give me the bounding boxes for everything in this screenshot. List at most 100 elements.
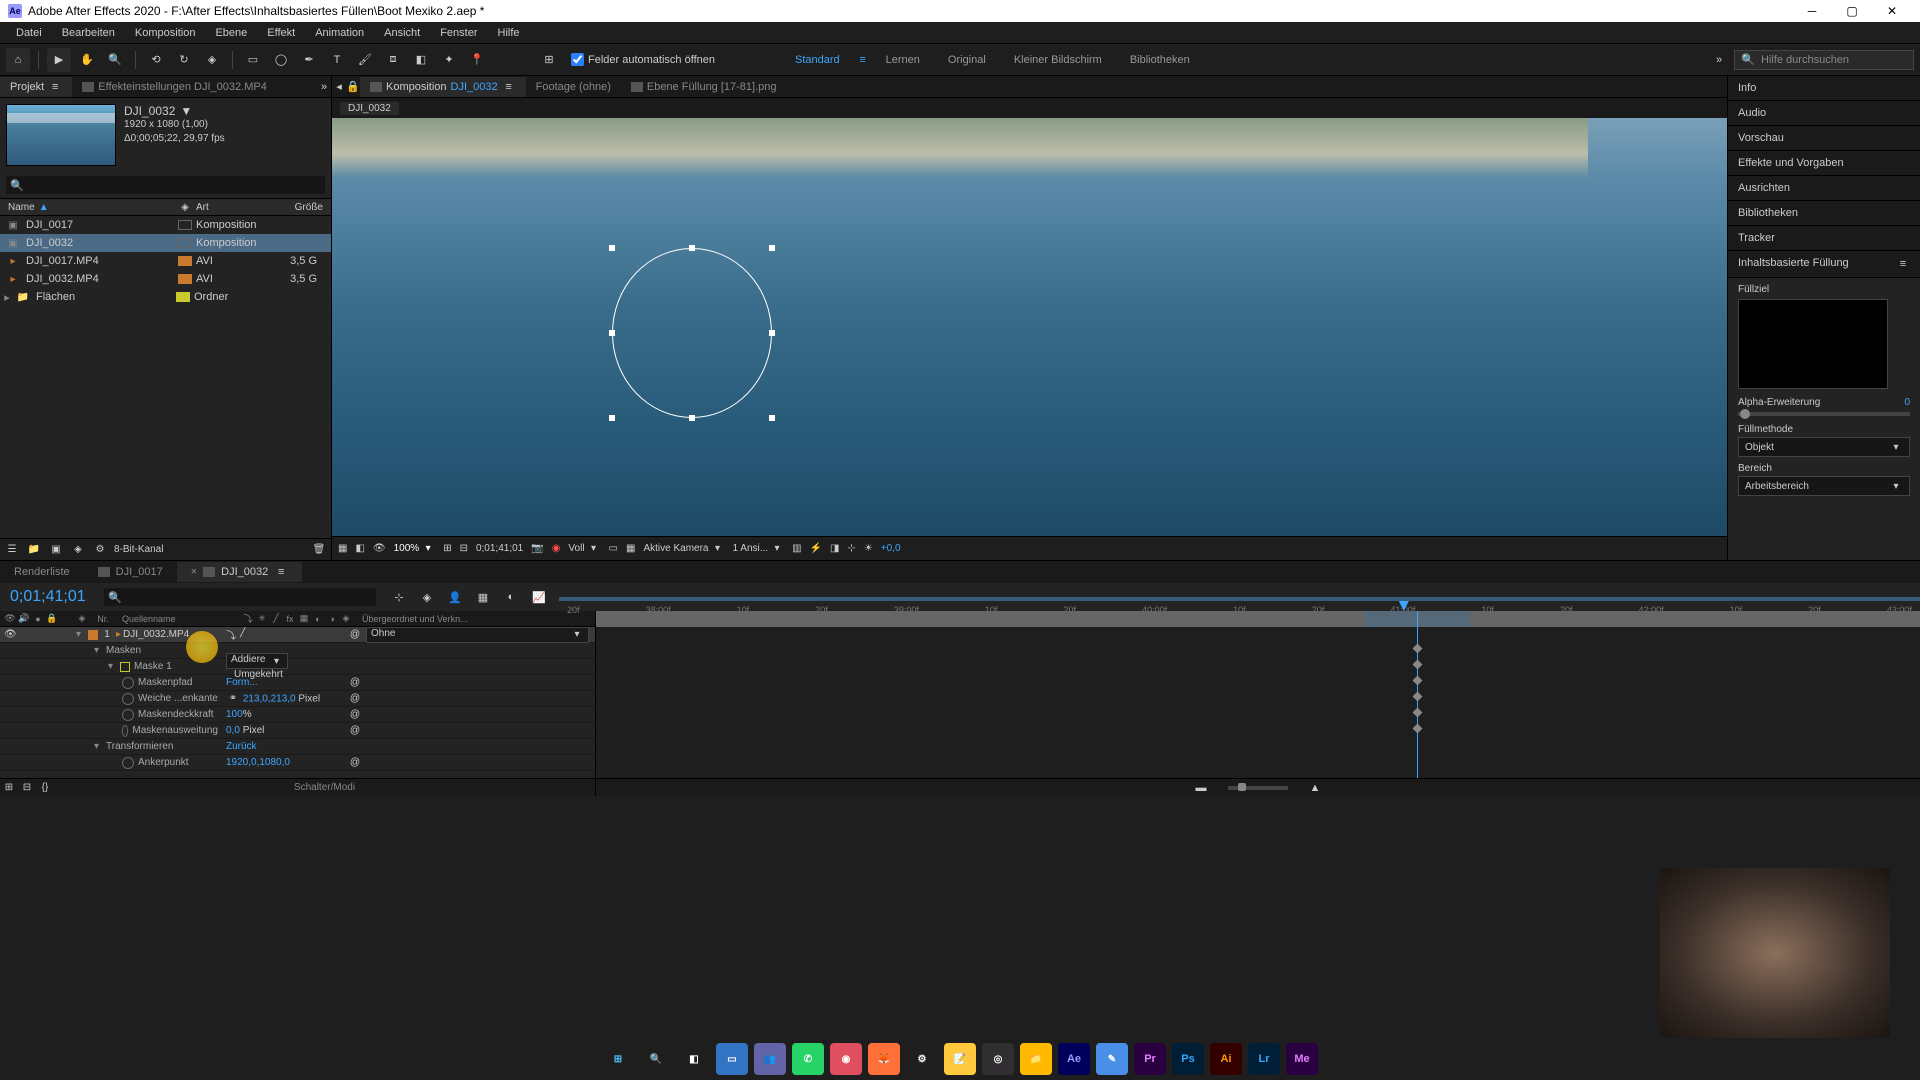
toggle-modes-button[interactable]: ⊟	[18, 779, 36, 797]
mask-color-swatch[interactable]	[120, 662, 130, 672]
menu-bearbeiten[interactable]: Bearbeiten	[52, 25, 125, 41]
layer-viewer-tab[interactable]: Ebene Füllung [17-81].png	[621, 78, 787, 96]
viewer-nav-back-icon[interactable]: ◂	[332, 80, 346, 94]
property-mask-feather[interactable]: Weiche ...enkante ⚭ 213,0,213,0 Pixel @	[0, 691, 595, 707]
photoshop-icon[interactable]: Ps	[1172, 1043, 1204, 1075]
project-item[interactable]: ▸ 📁 Flächen Ordner	[0, 288, 331, 306]
motionblur-switch-icon[interactable]: ◐	[312, 613, 324, 625]
panel-menu-icon[interactable]: ≡	[48, 80, 62, 94]
keyframe-marker[interactable]	[1412, 660, 1422, 670]
workspace-lernen[interactable]: Lernen	[874, 50, 932, 70]
label-swatch[interactable]	[178, 274, 192, 284]
mask-handle[interactable]	[609, 245, 615, 251]
app-icon[interactable]: ◉	[830, 1043, 862, 1075]
snapping-toggle[interactable]: ⊞	[537, 48, 561, 72]
app-icon[interactable]: ⚙	[906, 1043, 938, 1075]
zoom-tool[interactable]: 🔍	[103, 48, 127, 72]
panel-menu-icon[interactable]: ≡	[502, 80, 516, 94]
shy-button[interactable]: 👤	[444, 586, 466, 608]
clone-tool[interactable]: ⧈	[381, 48, 405, 72]
graph-editor-button[interactable]: 📈	[528, 586, 550, 608]
label-header-icon[interactable]: ◈	[76, 613, 88, 625]
hand-tool[interactable]: ✋	[75, 48, 99, 72]
mask-expansion-value[interactable]: 0,0	[226, 725, 240, 736]
stopwatch-icon[interactable]	[122, 757, 134, 769]
layer-label-swatch[interactable]	[88, 630, 98, 640]
zoom-in-icon[interactable]: ▲	[1308, 781, 1322, 795]
col-source-name[interactable]: Quellenname	[118, 614, 238, 624]
keyframe-marker[interactable]	[1412, 676, 1422, 686]
zoom-knob[interactable]	[1238, 783, 1246, 791]
quality-switch-icon[interactable]: ╱	[270, 613, 282, 625]
mask-handle[interactable]	[769, 415, 775, 421]
puppet-tool[interactable]: 📍	[465, 48, 489, 72]
viewer-lock-icon[interactable]: 🔒	[346, 80, 360, 94]
mask-handle[interactable]	[689, 415, 695, 421]
property-mask-expansion[interactable]: Maskenausweitung 0,0 Pixel @	[0, 723, 595, 739]
notes-icon[interactable]: 📝	[944, 1043, 976, 1075]
adjustment-switch-icon[interactable]: ◑	[326, 613, 338, 625]
exposure-reset-button[interactable]: ☀	[864, 543, 873, 554]
timeline-track-area[interactable]: ▬ ▲	[596, 611, 1920, 796]
pickwhip-icon[interactable]: @	[348, 628, 362, 642]
menu-fenster[interactable]: Fenster	[430, 25, 487, 41]
keyframe-marker[interactable]	[1412, 708, 1422, 718]
twirl-icon[interactable]: ▸	[2, 290, 12, 304]
menu-komposition[interactable]: Komposition	[125, 25, 206, 41]
shy-switch-icon[interactable]: ⤵	[242, 613, 254, 625]
workspace-original[interactable]: Original	[936, 50, 998, 70]
comp-crumb[interactable]: DJI_0032	[340, 102, 399, 115]
transform-reset[interactable]: Zurück	[226, 741, 257, 752]
lightroom-icon[interactable]: Lr	[1248, 1043, 1280, 1075]
video-eye-icon[interactable]: 👁	[4, 629, 17, 640]
label-swatch[interactable]	[178, 238, 192, 248]
keyframe-marker[interactable]	[1412, 692, 1422, 702]
file-explorer-icon[interactable]: 📁	[1020, 1043, 1052, 1075]
selection-tool[interactable]: ▶	[47, 48, 71, 72]
timeline-layer[interactable]: 👁 ▾ 1 ▸ DJI_0032.MP4 ⤵ ╱	[0, 627, 595, 643]
panel-audio[interactable]: Audio	[1728, 101, 1920, 126]
frame-blend-button[interactable]: ▦	[472, 586, 494, 608]
label-swatch[interactable]	[176, 292, 190, 302]
twirl-icon[interactable]: ▾	[94, 645, 104, 656]
rect-tool[interactable]: ▭	[241, 48, 265, 72]
pickwhip-icon[interactable]: @	[348, 756, 362, 770]
col-size[interactable]: Größe	[270, 202, 329, 213]
caf-method-select[interactable]: Objekt▾	[1738, 437, 1910, 457]
pickwhip-icon[interactable]: @	[348, 724, 362, 738]
timeline-tab-0017[interactable]: DJI_0017	[84, 563, 177, 581]
app-icon[interactable]: ✎	[1096, 1043, 1128, 1075]
property-mask-opacity[interactable]: Maskendeckkraft 100% @	[0, 707, 595, 723]
firefox-icon[interactable]: 🦊	[868, 1043, 900, 1075]
panel-menu-icon[interactable]: ≡	[274, 565, 288, 579]
shy-switch[interactable]: ⤵	[226, 627, 236, 642]
workspace-kleinerbildschirm[interactable]: Kleiner Bildschirm	[1002, 50, 1114, 70]
menu-ebene[interactable]: Ebene	[205, 25, 257, 41]
col-name[interactable]: Name▲	[2, 202, 172, 213]
ellipse-tool[interactable]: ◯	[269, 48, 293, 72]
start-button[interactable]: ⊞	[602, 1043, 634, 1075]
stopwatch-icon[interactable]	[122, 693, 134, 705]
workspace-menu-icon[interactable]: ≡	[856, 53, 870, 67]
col-type[interactable]: Art	[190, 202, 270, 213]
menu-datei[interactable]: Datei	[6, 25, 52, 41]
parent-dropdown[interactable]: Ohne▾	[366, 627, 589, 643]
settings-button[interactable]: ⚙	[92, 542, 108, 558]
project-item[interactable]: ▣ DJI_0032 Komposition	[0, 234, 331, 252]
col-label[interactable]: ◈	[172, 200, 190, 214]
keyframe-marker[interactable]	[1412, 644, 1422, 654]
fast-preview-button[interactable]: ⚡	[810, 543, 822, 554]
whatsapp-icon[interactable]: ✆	[792, 1043, 824, 1075]
pixel-aspect-button[interactable]: ▥	[792, 543, 801, 554]
panel-menu-icon[interactable]: ≡	[1896, 257, 1910, 271]
brush-tool[interactable]: 🖌	[353, 48, 377, 72]
search-button[interactable]: 🔍	[640, 1043, 672, 1075]
menu-hilfe[interactable]: Hilfe	[488, 25, 530, 41]
stopwatch-icon[interactable]	[122, 677, 134, 689]
project-search[interactable]: 🔍	[0, 172, 331, 198]
property-mask-path[interactable]: Maskenpfad Form... @	[0, 675, 595, 691]
maximize-button[interactable]: ▢	[1832, 0, 1872, 22]
twirl-icon[interactable]: ▾	[76, 629, 86, 640]
mask-mode-select[interactable]: Addiere▾	[226, 653, 288, 669]
roi-button[interactable]: ▭	[609, 543, 618, 554]
